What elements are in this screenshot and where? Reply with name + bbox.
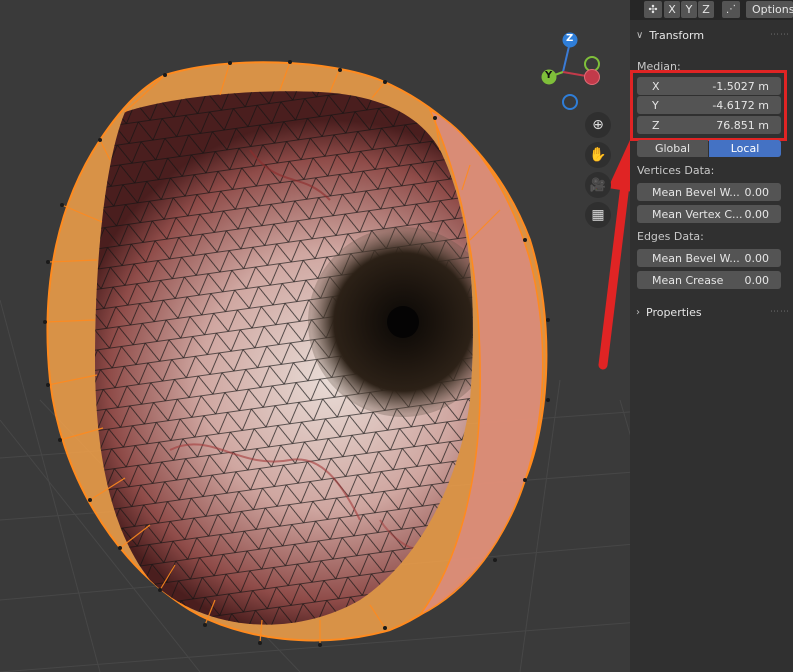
axis-y-toggle[interactable]: Y	[681, 1, 697, 18]
edge-crease-label: Mean Crease	[652, 273, 724, 287]
snap-toggle-button[interactable]: ⋰	[722, 1, 740, 18]
gizmo-y-label: Y	[545, 70, 553, 81]
drag-grip-icon[interactable]: ⋯⋯	[770, 307, 790, 317]
axis-x-toggle[interactable]: X	[664, 1, 680, 18]
vertex-bevel-value: 0.00	[744, 185, 770, 199]
chevron-down-icon: ∨	[636, 30, 644, 41]
annotation-highlight-box	[630, 70, 787, 141]
drag-grip-icon[interactable]: ⋯⋯	[770, 30, 790, 40]
global-toggle[interactable]: Global	[637, 140, 708, 157]
vertices-data-label: Vertices Data:	[637, 164, 715, 177]
pan-tool-button[interactable]: ✋	[585, 142, 611, 168]
navigation-gizmo[interactable]: Z Y	[535, 30, 605, 110]
vertex-bevel-label: Mean Bevel W...	[652, 185, 740, 199]
edge-bevel-label: Mean Bevel W...	[652, 251, 740, 265]
vertex-crease-label: Mean Vertex C...	[652, 207, 743, 221]
edge-crease-value: 0.00	[744, 273, 770, 287]
transform-section-header[interactable]: ∨ Transform	[636, 29, 704, 42]
axis-z-toggle[interactable]: Z	[698, 1, 714, 18]
properties-title: Properties	[646, 306, 702, 319]
snap-icon: ⋰	[726, 4, 736, 15]
edge-bevel-value: 0.00	[744, 251, 770, 265]
mirror-toggle-button[interactable]: ✣	[644, 1, 662, 18]
properties-section-header[interactable]: › Properties	[636, 306, 702, 319]
blender-window: Z Y ⊕ ✋ 🎥 ▦ ✣ X Y Z ⋰ Options ∨ Transfor…	[0, 0, 793, 672]
edges-data-label: Edges Data:	[637, 230, 704, 243]
edge-bevel-weight-field[interactable]: Mean Bevel W... 0.00	[637, 249, 781, 267]
camera-view-button[interactable]: 🎥	[585, 172, 611, 198]
edge-crease-field[interactable]: Mean Crease 0.00	[637, 271, 781, 289]
vertex-crease-value: 0.00	[744, 207, 770, 221]
perspective-toggle-button[interactable]: ▦	[585, 202, 611, 228]
options-button[interactable]: Options	[746, 1, 793, 18]
grid-icon: ▦	[591, 207, 605, 223]
zoom-tool-button[interactable]: ⊕	[585, 112, 611, 138]
zoom-icon: ⊕	[592, 117, 604, 133]
vertex-bevel-weight-field[interactable]: Mean Bevel W... 0.00	[637, 183, 781, 201]
eyeball-mesh[interactable]	[43, 60, 550, 647]
hand-icon: ✋	[589, 147, 607, 163]
local-toggle[interactable]: Local	[709, 140, 781, 157]
gizmo-z-label: Z	[566, 33, 574, 44]
transform-title: Transform	[649, 29, 705, 42]
vertex-crease-field[interactable]: Mean Vertex C... 0.00	[637, 205, 781, 223]
camera-icon: 🎥	[589, 177, 607, 193]
chevron-right-icon: ›	[636, 307, 640, 318]
mirror-icon: ✣	[648, 3, 658, 16]
